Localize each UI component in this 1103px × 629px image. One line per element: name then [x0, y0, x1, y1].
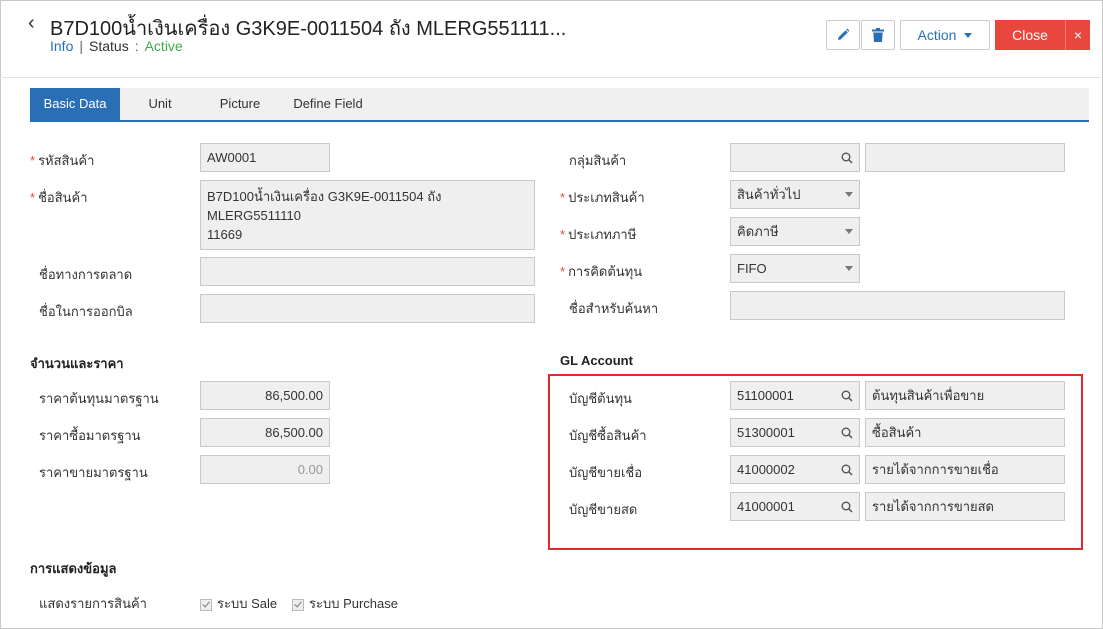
sale-checkbox[interactable]: ระบบ Sale [200, 593, 277, 614]
caret-down-icon [964, 32, 973, 38]
show-items-label: แสดงรายการสินค้า [39, 596, 147, 611]
trash-icon [872, 28, 884, 42]
gl-label: บัญชีขายสด [569, 502, 638, 517]
product-type-select[interactable]: สินค้าทั่วไป [730, 180, 860, 209]
back-arrow-icon[interactable]: ‹ [28, 12, 35, 35]
billing-name-label: ชื่อในการออกบิล [39, 304, 133, 319]
gl-label: บัญชีต้นทุน [569, 391, 632, 406]
checkbox-checked-icon[interactable] [200, 598, 212, 611]
chevron-down-icon [845, 266, 853, 271]
std-sell-field[interactable]: 0.00 [200, 455, 330, 484]
search-icon[interactable] [841, 427, 853, 439]
tab-bar: Basic Data Unit Picture Define Field [30, 88, 1089, 122]
billing-name-field[interactable] [200, 294, 535, 323]
product-group-search-field[interactable] [730, 143, 860, 172]
search-name-field[interactable] [730, 291, 1065, 320]
product-name-field[interactable]: B7D100น้ำเงินเครื่อง G3K9E-0011504 ถัง M… [200, 180, 535, 250]
close-x-icon[interactable]: × [1065, 20, 1090, 50]
edit-button[interactable] [826, 20, 860, 50]
costing-label: * การคิดต้นทุน [560, 264, 643, 279]
gl-label: บัญชีขายเชื่อ [569, 465, 643, 480]
checkbox-checked-icon[interactable] [292, 598, 304, 611]
status-label: Status [89, 38, 129, 54]
gl-code-field[interactable]: 51100001 [730, 381, 860, 410]
status-line: Info | Status: Active [50, 38, 183, 54]
search-name-label: ชื่อสำหรับค้นหา [569, 301, 659, 316]
product-name-label: * ชื่อสินค้า [30, 190, 88, 205]
status-badge: Active [144, 38, 183, 54]
gl-label: บัญชีซื้อสินค้า [569, 428, 647, 443]
pricing-section-title: จำนวนและราคา [30, 356, 124, 371]
close-button[interactable]: Close [995, 20, 1065, 50]
tab-define-field[interactable]: Define Field [288, 88, 368, 120]
product-group-label: กลุ่มสินค้า [569, 153, 627, 168]
search-icon[interactable] [841, 152, 853, 164]
purchase-checkbox[interactable]: ระบบ Purchase [292, 593, 398, 614]
tax-type-select[interactable]: คิดภาษี [730, 217, 860, 246]
pencil-icon [838, 28, 850, 40]
std-sell-label: ราคาขายมาตรฐาน [39, 465, 148, 480]
product-code-field[interactable]: AW0001 [200, 143, 330, 172]
delete-button[interactable] [861, 20, 895, 50]
action-label: Action [917, 27, 957, 43]
costing-select[interactable]: FIFO [730, 254, 860, 283]
display-section-title: การแสดงข้อมูล [30, 561, 117, 576]
product-code-label: * รหัสสินค้า [30, 153, 95, 168]
search-icon[interactable] [841, 390, 853, 402]
gl-code-field[interactable]: 41000001 [730, 492, 860, 521]
std-buy-field[interactable]: 86,500.00 [200, 418, 330, 447]
marketing-name-label: ชื่อทางการตลาด [39, 267, 133, 282]
tab-basic-data[interactable]: Basic Data [30, 88, 120, 120]
gl-name-field: รายได้จากการขายเชื่อ [865, 455, 1065, 484]
search-icon[interactable] [841, 464, 853, 476]
gl-section-title: GL Account [560, 353, 633, 368]
product-type-label: * ประเภทสินค้า [560, 190, 645, 205]
tab-picture[interactable]: Picture [210, 88, 270, 120]
product-group-name-field [865, 143, 1065, 172]
info-link[interactable]: Info [50, 38, 73, 54]
gl-name-field: ซื้อสินค้า [865, 418, 1065, 447]
gl-name-field: รายได้จากการขายสด [865, 492, 1065, 521]
action-dropdown[interactable]: Action [900, 20, 990, 50]
chevron-down-icon [845, 229, 853, 234]
std-cost-label: ราคาต้นทุนมาตรฐาน [39, 391, 159, 406]
tax-type-label: * ประเภทภาษี [560, 227, 637, 242]
search-icon[interactable] [841, 501, 853, 513]
std-cost-field[interactable]: 86,500.00 [200, 381, 330, 410]
marketing-name-field[interactable] [200, 257, 535, 286]
std-buy-label: ราคาซื้อมาตรฐาน [39, 428, 141, 443]
gl-name-field: ต้นทุนสินค้าเพื่อขาย [865, 381, 1065, 410]
header-divider [0, 77, 1101, 78]
gl-code-field[interactable]: 41000002 [730, 455, 860, 484]
chevron-down-icon [845, 192, 853, 197]
gl-code-field[interactable]: 51300001 [730, 418, 860, 447]
tab-unit[interactable]: Unit [135, 88, 185, 120]
